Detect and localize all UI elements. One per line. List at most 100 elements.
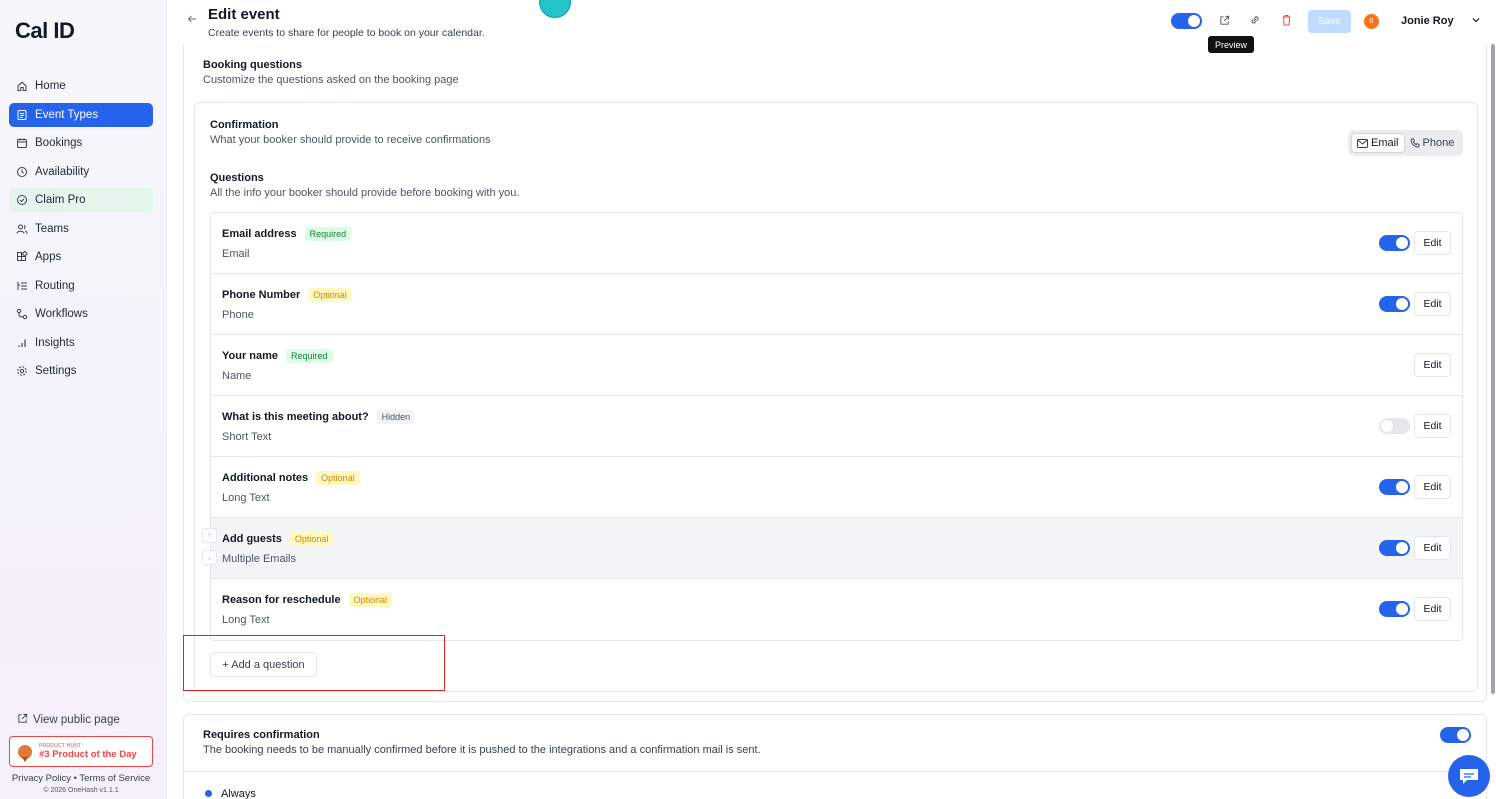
email-option[interactable]: Email [1351, 133, 1405, 153]
move-down-icon[interactable]: ↓ [202, 550, 217, 565]
user-name[interactable]: Jonie Roy [1401, 15, 1454, 27]
always-radio[interactable] [205, 790, 212, 797]
edit-button[interactable]: Edit [1414, 597, 1451, 621]
add-question-button[interactable]: + Add a question [210, 652, 317, 677]
booking-questions-title: Booking questions [203, 59, 302, 71]
questions-list: Email address Required Email Edit Phone … [210, 212, 1463, 641]
question-visibility-toggle[interactable] [1379, 540, 1410, 556]
save-button[interactable]: Save [1308, 10, 1351, 33]
requires-confirmation-subtitle: The booking needs to be manually confirm… [203, 744, 761, 756]
sidebar-item-label: Insights [35, 336, 75, 349]
phone-option-label: Phone [1422, 137, 1455, 149]
question-visibility-toggle[interactable] [1379, 418, 1410, 434]
view-public-page-link[interactable]: View public page [9, 710, 157, 730]
scrollbar[interactable] [1490, 44, 1496, 694]
question-row-meeting-about[interactable]: What is this meeting about? Hidden Short… [211, 396, 1462, 457]
product-hunt-badge[interactable]: PRODUCT HUNT #3 Product of the Day [9, 736, 153, 767]
badge-icon [16, 194, 28, 206]
question-type: Email [222, 248, 250, 260]
requires-confirmation-title: Requires confirmation [203, 729, 320, 741]
copyright: © 2026 OneHash v1.1.1 [43, 787, 119, 794]
question-type: Long Text [222, 492, 270, 504]
page-subtitle: Create events to share for people to boo… [208, 27, 485, 39]
question-row-add-guests[interactable]: Add guests Optional Multiple Emails Edit [211, 518, 1462, 579]
sidebar-item-label: Settings [35, 365, 77, 377]
sidebar-item-label: Teams [35, 222, 69, 235]
gear-icon [16, 365, 28, 377]
phone-option[interactable]: Phone [1405, 133, 1460, 153]
main-content: Booking questions Customize the question… [167, 44, 1496, 799]
routing-icon [16, 280, 28, 292]
edit-button[interactable]: Edit [1414, 231, 1451, 255]
legal-links[interactable]: Privacy Policy • Terms of Service [9, 773, 153, 784]
sidebar-item-workflows[interactable]: Workflows [9, 302, 153, 326]
question-row-name[interactable]: Your name Required Name Edit [211, 335, 1462, 396]
questions-panel: Confirmation What your booker should pro… [194, 102, 1478, 692]
sidebar-item-availability[interactable]: Availability [9, 160, 153, 184]
required-badge: Required [286, 349, 333, 363]
questions-title: Questions [210, 172, 264, 184]
sidebar-item-label: Claim Pro [35, 194, 86, 206]
email-option-label: Email [1371, 137, 1399, 149]
sidebar-item-claim-pro[interactable]: Claim Pro [9, 188, 153, 212]
question-visibility-toggle[interactable] [1379, 479, 1410, 495]
questions-subtitle: All the info your booker should provide … [210, 187, 520, 199]
question-name: Add guests [222, 533, 282, 545]
sidebar-item-label: Apps [35, 251, 62, 263]
chat-support-button[interactable] [1448, 755, 1490, 797]
edit-button[interactable]: Edit [1414, 536, 1451, 560]
edit-button[interactable]: Edit [1414, 414, 1451, 438]
bar-chart-icon [16, 337, 28, 349]
back-arrow-icon[interactable] [187, 13, 197, 27]
product-hunt-text: PRODUCT HUNT #3 Product of the Day [39, 743, 137, 760]
scrollbar-thumb[interactable] [1491, 44, 1495, 694]
sidebar-item-teams[interactable]: Teams [9, 217, 153, 241]
sidebar: Cal ID Home Event Types Bookings Availab… [0, 0, 167, 799]
edit-button[interactable]: Edit [1414, 475, 1451, 499]
question-visibility-toggle[interactable] [1379, 601, 1410, 617]
always-radio-label: Always [221, 788, 256, 799]
question-label: Email address Required [222, 227, 352, 241]
avatar[interactable]: 0 [1364, 14, 1379, 29]
page-header: Edit event Create events to share for pe… [167, 0, 1496, 44]
optional-badge: Optional [289, 532, 334, 546]
medal-icon [18, 744, 32, 762]
home-icon [16, 80, 28, 92]
sidebar-item-bookings[interactable]: Bookings [9, 131, 153, 155]
sidebar-item-apps[interactable]: Apps [9, 245, 153, 269]
question-row-phone[interactable]: Phone Number Optional Phone Edit [211, 274, 1462, 335]
trash-icon[interactable] [1279, 13, 1293, 27]
sidebar-item-insights[interactable]: Insights [9, 331, 153, 355]
sidebar-item-label: Bookings [35, 137, 83, 149]
grid-icon [16, 251, 28, 263]
link-icon[interactable] [1248, 13, 1262, 27]
question-label: Add guests Optional [222, 532, 334, 546]
sidebar-item-settings[interactable]: Settings [9, 359, 153, 383]
hidden-toggle[interactable] [1171, 13, 1202, 29]
edit-button[interactable]: Edit [1414, 353, 1451, 377]
sidebar-item-routing[interactable]: Routing [9, 274, 153, 298]
workflow-icon [16, 308, 28, 320]
question-visibility-toggle[interactable] [1379, 235, 1410, 251]
requires-confirmation-card: Requires confirmation The booking needs … [183, 714, 1487, 799]
question-row-reason-reschedule[interactable]: Reason for reschedule Optional Long Text… [211, 579, 1462, 640]
confirmation-title: Confirmation [210, 119, 279, 131]
question-row-additional-notes[interactable]: Additional notes Optional Long Text Edit [211, 457, 1462, 518]
external-link-icon[interactable] [1217, 13, 1231, 27]
chevron-down-icon[interactable] [1471, 14, 1481, 28]
move-up-icon[interactable]: ↑ [202, 528, 217, 543]
mail-icon [1357, 138, 1368, 148]
question-name: Reason for reschedule [222, 594, 341, 606]
question-visibility-toggle[interactable] [1379, 296, 1410, 312]
sidebar-item-home[interactable]: Home [9, 74, 153, 98]
question-name: Additional notes [222, 472, 309, 484]
requires-confirmation-toggle[interactable] [1440, 727, 1471, 743]
sidebar-item-event-types[interactable]: Event Types [9, 102, 153, 127]
edit-button[interactable]: Edit [1414, 292, 1451, 316]
event-types-icon [16, 109, 28, 121]
app-logo[interactable]: Cal ID [15, 18, 75, 44]
question-row-email[interactable]: Email address Required Email Edit [211, 213, 1462, 274]
sidebar-item-label: Home [35, 80, 66, 92]
hidden-badge: Hidden [376, 410, 416, 424]
question-label: Phone Number Optional [222, 288, 352, 302]
